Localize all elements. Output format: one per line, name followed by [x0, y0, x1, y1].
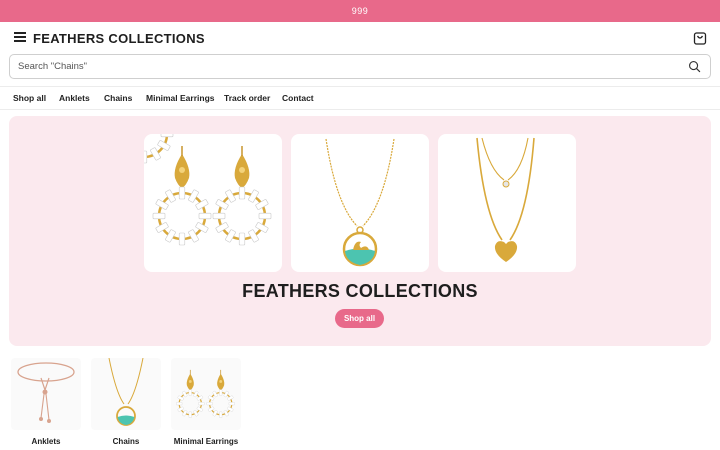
announcement-text: 999 — [351, 6, 369, 16]
product-card-heart-necklace[interactable] — [438, 134, 576, 272]
search-bar — [9, 54, 711, 79]
anklet-image — [11, 358, 81, 430]
site-header: FEATHERS COLLECTIONS — [0, 22, 720, 54]
search-input[interactable] — [18, 55, 678, 78]
nav-shop-all[interactable]: Shop all — [13, 93, 46, 103]
divider — [0, 109, 720, 110]
hero-title: FEATHERS COLLECTIONS — [242, 281, 478, 301]
nav-minimal-earrings[interactable]: Minimal Earrings — [146, 93, 215, 103]
category-minimal-earrings[interactable]: Minimal Earrings — [171, 358, 241, 446]
brand-logo-text[interactable]: FEATHERS COLLECTIONS — [33, 31, 205, 46]
shop-all-button[interactable]: Shop all — [335, 309, 384, 328]
category-anklets[interactable]: Anklets — [11, 358, 81, 446]
nav-contact[interactable]: Contact — [282, 93, 314, 103]
main-nav: Shop all Anklets Chains Minimal Earrings… — [0, 87, 720, 109]
nav-track-order[interactable]: Track order — [224, 93, 270, 103]
announcement-bar: 999 — [0, 0, 720, 22]
swan-pendant-necklace-image — [325, 138, 395, 267]
product-card-earrings[interactable] — [144, 134, 282, 272]
search-icon[interactable] — [688, 60, 701, 73]
nav-anklets[interactable]: Anklets — [59, 93, 90, 103]
flower-earrings-image — [171, 358, 241, 430]
category-chains[interactable]: Chains — [91, 358, 161, 446]
product-card-swan-necklace[interactable] — [291, 134, 429, 272]
hamburger-menu-icon[interactable] — [14, 32, 26, 42]
category-label: Chains — [112, 437, 140, 446]
flower-earrings-image — [144, 134, 273, 247]
nav-chains[interactable]: Chains — [104, 93, 132, 103]
hero-banner: FEATHERS COLLECTIONS Shop all — [9, 116, 711, 346]
category-label: Anklets — [31, 437, 61, 446]
shopping-bag-icon[interactable] — [692, 30, 708, 46]
category-label: Minimal Earrings — [173, 437, 239, 446]
heart-layered-necklace-image — [476, 137, 535, 262]
chain-pendant-image — [91, 358, 161, 430]
